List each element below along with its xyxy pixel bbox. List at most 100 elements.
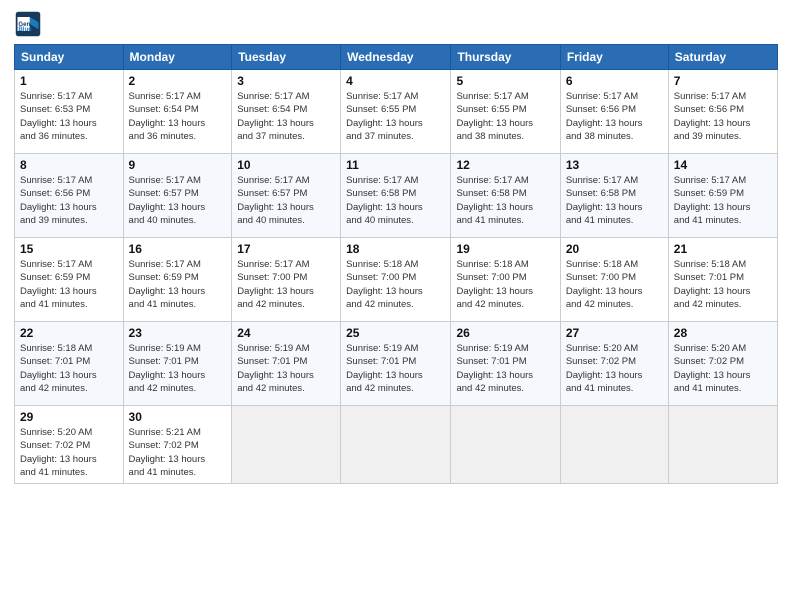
- calendar-cell: [560, 406, 668, 484]
- calendar-cell: 23Sunrise: 5:19 AM Sunset: 7:01 PM Dayli…: [123, 322, 232, 406]
- day-info: Sunrise: 5:19 AM Sunset: 7:01 PM Dayligh…: [237, 342, 335, 395]
- calendar-cell: 29 Sunrise: 5:20 AM Sunset: 7:02 PM Dayli…: [15, 406, 124, 484]
- day-number: 27: [566, 326, 663, 340]
- day-number: 16: [129, 242, 227, 256]
- calendar-cell: 22 Sunrise: 5:18 AM Sunset: 7:01 PM Dayli…: [15, 322, 124, 406]
- calendar-header: SundayMondayTuesdayWednesdayThursdayFrid…: [15, 45, 778, 70]
- calendar-cell: 13 Sunrise: 5:17 AM Sunset: 6:58 PM Dayli…: [560, 154, 668, 238]
- calendar-cell: 28 Sunrise: 5:20 AM Sunset: 7:02 PM Dayli…: [668, 322, 777, 406]
- calendar-cell: 25 Sunrise: 5:19 AM Sunset: 7:01 PM Dayli…: [341, 322, 451, 406]
- day-number: 18: [346, 242, 445, 256]
- day-number: 4: [346, 74, 445, 88]
- calendar-cell: 6Sunrise: 5:17 AM Sunset: 6:56 PM Daylig…: [560, 70, 668, 154]
- day-info: Sunrise: 5:17 AM Sunset: 6:56 PM Dayligh…: [674, 90, 772, 143]
- day-number: 22: [20, 326, 118, 340]
- calendar-cell: 30Sunrise: 5:21 AM Sunset: 7:02 PM Dayli…: [123, 406, 232, 484]
- weekday-header: Sunday: [15, 45, 124, 70]
- day-info: Sunrise: 5:18 AM Sunset: 7:01 PM Dayligh…: [20, 342, 118, 395]
- day-number: 9: [129, 158, 227, 172]
- calendar-cell: 14 Sunrise: 5:17 AM Sunset: 6:59 PM Dayli…: [668, 154, 777, 238]
- calendar-body: 1 Sunrise: 5:17 AM Sunset: 6:53 PM Daylig…: [15, 70, 778, 484]
- weekday-header: Thursday: [451, 45, 560, 70]
- day-number: 19: [456, 242, 554, 256]
- day-info: Sunrise: 5:20 AM Sunset: 7:02 PM Dayligh…: [566, 342, 663, 395]
- day-number: 17: [237, 242, 335, 256]
- calendar-week-row: 15 Sunrise: 5:17 AM Sunset: 6:59 PM Dayli…: [15, 238, 778, 322]
- day-info: Sunrise: 5:17 AM Sunset: 6:58 PM Dayligh…: [456, 174, 554, 227]
- day-number: 24: [237, 326, 335, 340]
- weekday-header: Saturday: [668, 45, 777, 70]
- weekday-header: Monday: [123, 45, 232, 70]
- calendar-cell: 19 Sunrise: 5:18 AM Sunset: 7:00 PM Dayli…: [451, 238, 560, 322]
- day-info: Sunrise: 5:17 AM Sunset: 6:57 PM Dayligh…: [129, 174, 227, 227]
- day-number: 21: [674, 242, 772, 256]
- day-info: Sunrise: 5:17 AM Sunset: 6:59 PM Dayligh…: [20, 258, 118, 311]
- calendar-week-row: 1 Sunrise: 5:17 AM Sunset: 6:53 PM Daylig…: [15, 70, 778, 154]
- weekday-header: Wednesday: [341, 45, 451, 70]
- day-info: Sunrise: 5:18 AM Sunset: 7:01 PM Dayligh…: [674, 258, 772, 311]
- calendar-cell: 5 Sunrise: 5:17 AM Sunset: 6:55 PM Daylig…: [451, 70, 560, 154]
- day-info: Sunrise: 5:17 AM Sunset: 6:55 PM Dayligh…: [346, 90, 445, 143]
- calendar-cell: 26 Sunrise: 5:19 AM Sunset: 7:01 PM Dayli…: [451, 322, 560, 406]
- calendar-cell: 20Sunrise: 5:18 AM Sunset: 7:00 PM Dayli…: [560, 238, 668, 322]
- calendar-week-row: 8 Sunrise: 5:17 AM Sunset: 6:56 PM Daylig…: [15, 154, 778, 238]
- day-number: 12: [456, 158, 554, 172]
- day-info: Sunrise: 5:17 AM Sunset: 6:59 PM Dayligh…: [129, 258, 227, 311]
- day-number: 14: [674, 158, 772, 172]
- day-info: Sunrise: 5:17 AM Sunset: 6:54 PM Dayligh…: [237, 90, 335, 143]
- day-info: Sunrise: 5:20 AM Sunset: 7:02 PM Dayligh…: [20, 426, 118, 479]
- day-number: 23: [129, 326, 227, 340]
- day-number: 28: [674, 326, 772, 340]
- calendar-cell: 7 Sunrise: 5:17 AM Sunset: 6:56 PM Daylig…: [668, 70, 777, 154]
- weekday-header: Friday: [560, 45, 668, 70]
- day-info: Sunrise: 5:18 AM Sunset: 7:00 PM Dayligh…: [456, 258, 554, 311]
- day-number: 15: [20, 242, 118, 256]
- calendar-week-row: 29 Sunrise: 5:20 AM Sunset: 7:02 PM Dayli…: [15, 406, 778, 484]
- day-info: Sunrise: 5:17 AM Sunset: 6:55 PM Dayligh…: [456, 90, 554, 143]
- day-number: 5: [456, 74, 554, 88]
- day-number: 26: [456, 326, 554, 340]
- logo-icon: Gen Blue: [14, 10, 42, 38]
- day-info: Sunrise: 5:17 AM Sunset: 6:53 PM Dayligh…: [20, 90, 118, 143]
- day-number: 1: [20, 74, 118, 88]
- day-info: Sunrise: 5:21 AM Sunset: 7:02 PM Dayligh…: [129, 426, 227, 479]
- day-info: Sunrise: 5:18 AM Sunset: 7:00 PM Dayligh…: [566, 258, 663, 311]
- calendar-cell: [341, 406, 451, 484]
- calendar-cell: 3 Sunrise: 5:17 AM Sunset: 6:54 PM Daylig…: [232, 70, 341, 154]
- day-number: 7: [674, 74, 772, 88]
- day-info: Sunrise: 5:17 AM Sunset: 6:57 PM Dayligh…: [237, 174, 335, 227]
- calendar-cell: 12 Sunrise: 5:17 AM Sunset: 6:58 PM Dayli…: [451, 154, 560, 238]
- calendar-cell: 15 Sunrise: 5:17 AM Sunset: 6:59 PM Dayli…: [15, 238, 124, 322]
- day-info: Sunrise: 5:19 AM Sunset: 7:01 PM Dayligh…: [346, 342, 445, 395]
- calendar-cell: 24 Sunrise: 5:19 AM Sunset: 7:01 PM Dayli…: [232, 322, 341, 406]
- day-number: 3: [237, 74, 335, 88]
- day-info: Sunrise: 5:17 AM Sunset: 6:56 PM Dayligh…: [20, 174, 118, 227]
- calendar-cell: [232, 406, 341, 484]
- calendar-cell: 9 Sunrise: 5:17 AM Sunset: 6:57 PM Daylig…: [123, 154, 232, 238]
- page: Gen Blue SundayMondayTuesdayWednesdayThu…: [0, 0, 792, 612]
- calendar-cell: 1 Sunrise: 5:17 AM Sunset: 6:53 PM Daylig…: [15, 70, 124, 154]
- day-number: 8: [20, 158, 118, 172]
- day-info: Sunrise: 5:18 AM Sunset: 7:00 PM Dayligh…: [346, 258, 445, 311]
- day-info: Sunrise: 5:17 AM Sunset: 6:54 PM Dayligh…: [129, 90, 227, 143]
- day-info: Sunrise: 5:19 AM Sunset: 7:01 PM Dayligh…: [456, 342, 554, 395]
- day-number: 13: [566, 158, 663, 172]
- day-info: Sunrise: 5:17 AM Sunset: 7:00 PM Dayligh…: [237, 258, 335, 311]
- calendar-cell: 18 Sunrise: 5:18 AM Sunset: 7:00 PM Dayli…: [341, 238, 451, 322]
- day-info: Sunrise: 5:17 AM Sunset: 6:59 PM Dayligh…: [674, 174, 772, 227]
- calendar-table: SundayMondayTuesdayWednesdayThursdayFrid…: [14, 44, 778, 484]
- calendar-cell: 10Sunrise: 5:17 AM Sunset: 6:57 PM Dayli…: [232, 154, 341, 238]
- day-number: 25: [346, 326, 445, 340]
- calendar-cell: 27 Sunrise: 5:20 AM Sunset: 7:02 PM Dayli…: [560, 322, 668, 406]
- calendar-cell: 17 Sunrise: 5:17 AM Sunset: 7:00 PM Dayli…: [232, 238, 341, 322]
- day-number: 2: [129, 74, 227, 88]
- calendar-week-row: 22 Sunrise: 5:18 AM Sunset: 7:01 PM Dayli…: [15, 322, 778, 406]
- day-info: Sunrise: 5:17 AM Sunset: 6:58 PM Dayligh…: [566, 174, 663, 227]
- header: Gen Blue: [14, 10, 778, 38]
- day-number: 29: [20, 410, 118, 424]
- weekday-row: SundayMondayTuesdayWednesdayThursdayFrid…: [15, 45, 778, 70]
- calendar-cell: 16 Sunrise: 5:17 AM Sunset: 6:59 PM Dayli…: [123, 238, 232, 322]
- svg-text:Blue: Blue: [18, 26, 32, 33]
- day-info: Sunrise: 5:20 AM Sunset: 7:02 PM Dayligh…: [674, 342, 772, 395]
- calendar-cell: 21 Sunrise: 5:18 AM Sunset: 7:01 PM Dayli…: [668, 238, 777, 322]
